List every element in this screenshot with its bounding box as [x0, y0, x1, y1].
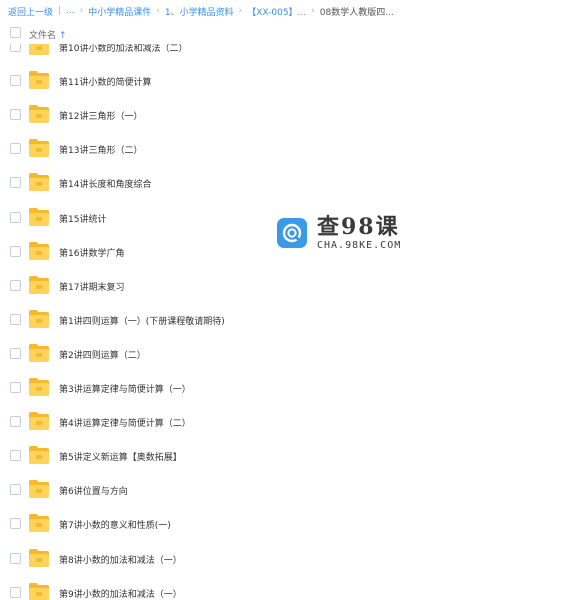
breadcrumb-item-primary[interactable]: 1、小学精品资料: [165, 5, 234, 18]
file-row[interactable]: 第5讲定义新运算【奥数拓展】: [0, 439, 571, 473]
file-name[interactable]: 第15讲统计: [59, 212, 106, 225]
file-row[interactable]: 第3讲运算定律与简便计算（一）: [0, 371, 571, 405]
file-row[interactable]: 第9讲小数的加法和减法（一）: [0, 576, 571, 600]
breadcrumb-separator: |: [58, 6, 62, 16]
select-all-checkbox[interactable]: [10, 27, 21, 38]
row-checkbox[interactable]: [10, 552, 21, 564]
folder-icon[interactable]: [29, 173, 49, 192]
file-row[interactable]: 第1讲四则运算（一）(下册课程敬请期待): [0, 303, 571, 337]
file-name[interactable]: 第7讲小数的意义和性质(一): [59, 518, 171, 531]
folder-icon[interactable]: [29, 275, 49, 294]
row-checkbox[interactable]: [10, 245, 21, 257]
row-checkbox[interactable]: [10, 44, 21, 52]
file-list-header: 文件名 ↑: [0, 24, 571, 44]
row-checkbox[interactable]: [10, 313, 21, 325]
breadcrumb-chevron-icon: ›: [311, 6, 315, 16]
file-row[interactable]: 第12讲三角形（一）: [0, 98, 571, 132]
column-header-filename[interactable]: 文件名 ↑: [29, 28, 67, 41]
folder-icon[interactable]: [29, 139, 49, 158]
breadcrumb-current-folder: 08数学人教版四...: [319, 7, 394, 18]
file-row[interactable]: 第6讲位置与方向: [0, 473, 571, 507]
folder-icon[interactable]: [29, 44, 49, 55]
breadcrumb-chevron-icon: ›: [238, 6, 243, 16]
file-name[interactable]: 第12讲三角形（一）: [59, 109, 142, 122]
row-checkbox[interactable]: [10, 450, 21, 462]
file-name[interactable]: 第11讲小数的简便计算: [59, 75, 151, 88]
file-row[interactable]: 第17讲期末复习: [0, 269, 571, 303]
watermark: 查98课 CHA.98KE.COM: [277, 214, 401, 252]
breadcrumb-item-ellipsis[interactable]: ...: [66, 6, 75, 16]
row-checkbox[interactable]: [10, 382, 21, 393]
file-name[interactable]: 第4讲运算定律与简便计算（二）: [59, 416, 191, 429]
file-name[interactable]: 第16讲数学广角: [59, 246, 124, 259]
watermark-subtitle: CHA.98KE.COM: [317, 239, 402, 251]
row-checkbox[interactable]: [10, 143, 21, 155]
column-header-label: 文件名: [29, 31, 57, 41]
file-name[interactable]: 第2讲四则运算（二）: [59, 348, 146, 361]
folder-icon[interactable]: [29, 378, 49, 396]
row-checkbox[interactable]: [10, 109, 21, 121]
file-name[interactable]: 第17讲期末复习: [59, 280, 124, 293]
file-list: 第10讲小数的加法和减法（二） 第11讲小数的简便计算 第12讲三角形（一） 第13讲…: [0, 44, 571, 600]
sort-ascending-icon[interactable]: ↑: [59, 31, 67, 41]
file-name[interactable]: 第13讲三角形（二）: [59, 143, 142, 156]
breadcrumb-item-xx005[interactable]: 【XX-005】...: [247, 5, 306, 18]
breadcrumb-chevron-icon: ›: [156, 6, 160, 16]
breadcrumb-chevron-icon: ›: [79, 6, 84, 16]
row-checkbox[interactable]: [10, 177, 21, 189]
row-checkbox[interactable]: [10, 347, 21, 359]
row-checkbox[interactable]: [10, 211, 21, 223]
row-checkbox[interactable]: [10, 484, 21, 496]
breadcrumb: 返回上一级 | ... › 中小学精品课件 › 1、小学精品资料 › 【XX-0…: [8, 0, 394, 22]
row-checkbox[interactable]: [10, 279, 21, 291]
file-row[interactable]: 第10讲小数的加法和减法（二）: [0, 44, 571, 64]
folder-icon[interactable]: [29, 446, 49, 465]
folder-icon[interactable]: [29, 582, 49, 600]
folder-icon[interactable]: [29, 105, 49, 124]
file-row[interactable]: 第4讲运算定律与简便计算（二）: [0, 405, 571, 439]
folder-icon[interactable]: [29, 343, 49, 362]
file-row[interactable]: 第8讲小数的加法和减法（一）: [0, 542, 571, 576]
folder-icon[interactable]: [29, 480, 49, 499]
file-name[interactable]: 第1讲四则运算（一）(下册课程敬请期待): [59, 314, 225, 327]
file-name[interactable]: 第6讲位置与方向: [59, 484, 128, 497]
file-name[interactable]: 第14讲长度和角度综合: [59, 177, 151, 190]
file-name[interactable]: 第10讲小数的加法和减法（二）: [59, 44, 187, 54]
folder-icon[interactable]: [29, 241, 49, 260]
file-row[interactable]: 第2讲四则运算（二）: [0, 337, 571, 371]
magnifier-logo-icon: [277, 218, 307, 248]
file-row[interactable]: 第14讲长度和角度综合: [0, 166, 571, 200]
folder-icon[interactable]: [29, 412, 49, 431]
folder-icon[interactable]: [29, 548, 49, 567]
file-name[interactable]: 第9讲小数的加法和减法（一）: [59, 587, 182, 600]
file-name[interactable]: 第3讲运算定律与简便计算（一）: [59, 382, 191, 395]
folder-icon[interactable]: [29, 207, 49, 226]
folder-icon[interactable]: [29, 71, 49, 90]
row-checkbox[interactable]: [10, 75, 21, 87]
file-name[interactable]: 第5讲定义新运算【奥数拓展】: [59, 450, 182, 463]
file-row[interactable]: 第13讲三角形（二）: [0, 132, 571, 166]
watermark-title: 查98课: [317, 213, 400, 240]
file-row[interactable]: 第7讲小数的意义和性质(一): [0, 507, 571, 541]
folder-icon[interactable]: [29, 309, 49, 328]
file-name[interactable]: 第8讲小数的加法和减法（一）: [59, 553, 182, 566]
folder-icon[interactable]: [29, 514, 49, 533]
breadcrumb-item-courseware[interactable]: 中小学精品课件: [88, 5, 151, 18]
row-checkbox[interactable]: [10, 518, 21, 530]
file-row[interactable]: 第11讲小数的简便计算: [0, 64, 571, 98]
row-checkbox[interactable]: [10, 416, 21, 428]
back-link[interactable]: 返回上一级: [8, 5, 53, 18]
row-checkbox[interactable]: [10, 586, 21, 598]
